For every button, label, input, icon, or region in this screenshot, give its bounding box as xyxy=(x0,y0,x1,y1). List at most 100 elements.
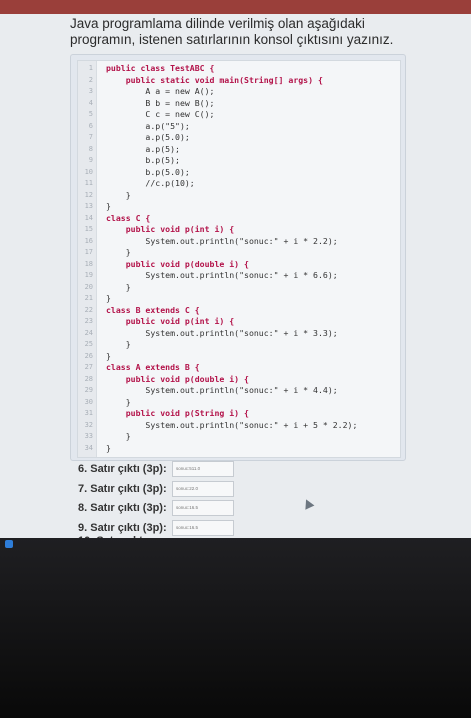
line-number: 33 xyxy=(84,432,93,440)
code-text: } xyxy=(106,339,131,349)
line-number: 26 xyxy=(84,351,93,360)
line-number: 9 xyxy=(88,156,93,164)
code-text: } xyxy=(106,431,131,441)
code-text: System.out.println("sonuc:" + i * 6.6); xyxy=(106,270,338,280)
code-line: 30 } xyxy=(78,397,400,408)
code-line: 24 System.out.println("sonuc:" + i * 3.3… xyxy=(78,328,400,339)
question-text: Java programlama dilinde verilmiş olan a… xyxy=(70,16,394,47)
code-line: 19 System.out.println("sonuc:" + i * 6.6… xyxy=(78,270,400,281)
app-icon[interactable] xyxy=(5,540,13,548)
code-line: 8 a.p(5); xyxy=(78,144,400,155)
dark-bottom-area xyxy=(0,538,471,718)
code-text: A a = new A(); xyxy=(106,86,215,96)
code-text: } xyxy=(106,189,131,200)
line-number: 8 xyxy=(88,144,93,153)
code-editor: 1 public class TestABC { 2 public static v… xyxy=(77,60,401,458)
code-line: 20 } xyxy=(78,282,400,293)
answer-row: 7. Satır çıktı (3p): sonuc:22.0 xyxy=(78,480,234,498)
answer-label: 8. Satır çıktı (3p): xyxy=(78,502,167,514)
answer-row: 6. Satır çıktı (3p): sonuc:511.0 xyxy=(78,460,234,478)
code-text: a.p(5); xyxy=(106,143,180,154)
answer-input[interactable]: sonuc:16.5 xyxy=(172,500,234,516)
code-text: public void p(double i) { xyxy=(106,373,249,384)
answer-input[interactable]: sonuc:22.0 xyxy=(172,480,234,497)
code-line: 34} xyxy=(78,443,400,454)
line-number: 22 xyxy=(84,305,93,314)
line-number: 3 xyxy=(88,87,93,95)
code-line: 4 B b = new B(); xyxy=(78,98,400,109)
answer-label: 6. Satır çıktı (3p): xyxy=(78,463,167,475)
line-number: 18 xyxy=(84,259,93,268)
line-number: 7 xyxy=(88,133,93,141)
line-number: 23 xyxy=(84,317,93,325)
line-number: 25 xyxy=(84,340,93,348)
code-text: } xyxy=(106,201,111,211)
code-text: public static void main(String[] args) { xyxy=(106,74,323,85)
line-number: 2 xyxy=(88,75,93,84)
line-number: 21 xyxy=(84,294,93,302)
code-line: 1 public class TestABC { xyxy=(78,63,400,74)
code-line: 17 } xyxy=(78,247,400,258)
code-text: class B extends C { xyxy=(106,304,200,315)
line-number: 16 xyxy=(84,236,93,245)
line-number: 24 xyxy=(84,328,93,337)
line-number: 32 xyxy=(84,420,93,429)
code-text: C c = new C(); xyxy=(106,109,215,119)
line-number: 10 xyxy=(84,167,93,176)
answer-row: 8. Satır çıktı (3p): sonuc:16.5 xyxy=(78,499,234,517)
code-line: 5 C c = new C(); xyxy=(78,109,400,120)
code-text: System.out.println("sonuc:" + i * 4.4); xyxy=(106,385,338,395)
code-line: 31 public void p(String i) { xyxy=(78,408,400,419)
line-number: 31 xyxy=(84,409,93,417)
line-number: 15 xyxy=(84,225,93,233)
line-number: 34 xyxy=(84,443,93,452)
code-panel: 1 public class TestABC { 2 public static v… xyxy=(70,54,406,461)
line-number: 20 xyxy=(84,282,93,291)
code-line: 3 A a = new A(); xyxy=(78,86,400,97)
code-line: 9 b.p(5); xyxy=(78,155,400,166)
code-text: b.p(5.0); xyxy=(106,166,190,177)
line-number: 29 xyxy=(84,386,93,394)
code-text: a.p("5"); xyxy=(106,120,190,131)
code-line: 28 public void p(double i) { xyxy=(78,374,400,385)
code-line: 18 public void p(double i) { xyxy=(78,259,400,270)
code-text: class C { xyxy=(106,212,151,223)
code-line: 22 class B extends C { xyxy=(78,305,400,316)
line-number: 1 xyxy=(88,64,93,72)
line-number: 4 xyxy=(88,98,93,107)
code-line: 10 b.p(5.0); xyxy=(78,167,400,178)
code-text: } xyxy=(106,396,131,407)
code-line: 12 } xyxy=(78,190,400,201)
line-number: 30 xyxy=(84,397,93,406)
code-line: 6 a.p("5"); xyxy=(78,121,400,132)
answer-label: 7. Satır çıktı (3p): xyxy=(78,482,167,495)
code-text: } xyxy=(106,293,111,303)
code-text: b.p(5); xyxy=(106,155,180,165)
line-number: 27 xyxy=(84,363,93,371)
code-text: public void p(int i) { xyxy=(106,224,235,234)
code-text: System.out.println("sonuc:" + i + 5 * 2.… xyxy=(106,419,358,430)
code-line: 11 //c.p(10); xyxy=(78,178,400,189)
answer-row: 9. Satır çıktı (3p): sonuc:16.5 xyxy=(78,519,234,537)
code-text: public void p(int i) { xyxy=(106,316,235,326)
code-text: System.out.println("sonuc:" + i * 3.3); xyxy=(106,327,338,338)
code-text: class A extends B { xyxy=(106,362,200,372)
line-number: 11 xyxy=(84,179,93,187)
code-text: } xyxy=(106,350,111,361)
code-line: 13} xyxy=(78,201,400,212)
answer-input[interactable]: sonuc:16.5 xyxy=(172,519,234,536)
code-line: 21} xyxy=(78,293,400,304)
code-line: 23 public void p(int i) { xyxy=(78,316,400,327)
answer-input[interactable]: sonuc:511.0 xyxy=(172,461,234,477)
code-text: } xyxy=(106,247,131,257)
line-number: 13 xyxy=(84,202,93,210)
mouse-cursor-icon xyxy=(301,497,315,510)
code-text: public class TestABC { xyxy=(106,63,215,73)
code-line: 32 System.out.println("sonuc:" + i + 5 *… xyxy=(78,420,400,431)
code-line: 7 a.p(5.0); xyxy=(78,132,400,143)
line-number: 28 xyxy=(84,374,93,383)
code-text: } xyxy=(106,281,131,292)
code-line: 26} xyxy=(78,351,400,362)
line-number: 19 xyxy=(84,271,93,279)
line-number: 5 xyxy=(88,110,93,118)
